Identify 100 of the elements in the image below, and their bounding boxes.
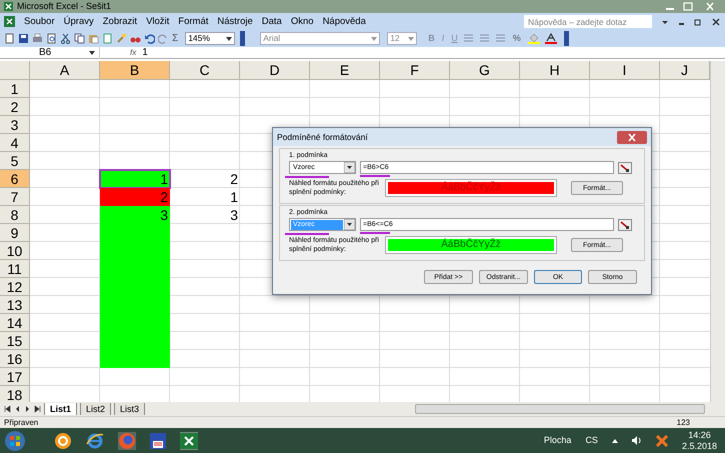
row-header[interactable]: 12 xyxy=(0,278,30,296)
function-button[interactable]: fx xyxy=(130,48,136,56)
last-sheet-icon[interactable] xyxy=(34,405,41,413)
autosum-button[interactable]: Σ xyxy=(172,34,178,44)
zoom-dropdown[interactable]: 145% xyxy=(185,32,236,45)
column-header[interactable]: D xyxy=(240,61,310,80)
close-icon[interactable] xyxy=(617,130,647,144)
browser-e-icon[interactable] xyxy=(86,432,104,450)
vertical-scrollbar[interactable] xyxy=(710,61,725,402)
restore-icon[interactable] xyxy=(694,18,702,26)
dropdown-icon xyxy=(89,50,95,56)
menu-item[interactable]: Nástroje xyxy=(217,16,253,26)
dropdown-icon xyxy=(344,162,355,173)
column-header[interactable]: E xyxy=(310,61,380,80)
desktop-toolbar-label[interactable]: Plocha xyxy=(544,436,572,445)
cut-icon[interactable] xyxy=(60,33,71,44)
first-sheet-icon[interactable] xyxy=(4,405,11,413)
save-icon[interactable] xyxy=(18,33,29,44)
start-orb-icon[interactable] xyxy=(4,430,26,452)
excel-icon xyxy=(4,16,15,27)
formula-value: 1 xyxy=(142,48,148,58)
row-header[interactable]: 16 xyxy=(0,350,30,368)
fill-color-icon[interactable] xyxy=(528,33,542,44)
table-cell[interactable]: 2 xyxy=(100,188,170,206)
range-picker-icon[interactable] xyxy=(618,162,632,174)
column-header[interactable]: B xyxy=(100,61,170,80)
clock[interactable]: 14:26 2.5.2018 xyxy=(682,430,717,452)
row-header[interactable]: 5 xyxy=(0,152,30,170)
help-search-field[interactable]: Nápověda – zadejte dotaz xyxy=(524,15,652,28)
toolbar-options-button[interactable] xyxy=(564,31,569,46)
speaker-icon[interactable] xyxy=(632,436,642,445)
font-size-dropdown[interactable]: 12 xyxy=(387,32,418,45)
status-text: Připraven xyxy=(4,418,38,426)
menu-item[interactable]: Vložit xyxy=(146,16,170,26)
toolbar-options-button[interactable] xyxy=(240,31,246,46)
column-header[interactable]: A xyxy=(30,61,100,80)
sheet-tab[interactable]: List3 xyxy=(114,403,146,415)
print-preview-icon[interactable] xyxy=(46,33,57,44)
row-header[interactable]: 13 xyxy=(0,296,30,314)
row-header[interactable]: 8 xyxy=(0,206,30,224)
row-header[interactable]: 11 xyxy=(0,260,30,278)
dropdown-icon xyxy=(408,36,414,42)
menu-item[interactable]: Zobrazit xyxy=(102,16,138,26)
row-header[interactable]: 7 xyxy=(0,188,30,206)
cross-icon[interactable] xyxy=(656,434,668,446)
new-document-icon[interactable] xyxy=(4,33,15,44)
close-icon[interactable] xyxy=(711,18,721,26)
row-header[interactable]: 9 xyxy=(0,224,30,242)
undo-icon[interactable] xyxy=(144,33,155,44)
table-cell[interactable] xyxy=(100,350,170,368)
table-cell[interactable]: 1 xyxy=(170,188,240,206)
column-header[interactable]: G xyxy=(450,61,520,80)
row-header[interactable]: 10 xyxy=(0,242,30,260)
table-cell[interactable]: 1 xyxy=(100,170,170,188)
column-header[interactable]: C xyxy=(170,61,240,80)
excel-icon[interactable] xyxy=(180,432,198,450)
row-header[interactable]: 18 xyxy=(0,386,30,402)
row-header[interactable]: 17 xyxy=(0,368,30,386)
column-header[interactable]: H xyxy=(520,61,590,80)
tray-arrow-icon[interactable] xyxy=(612,438,618,443)
row-header[interactable]: 15 xyxy=(0,332,30,350)
table-cell[interactable]: 2 xyxy=(170,170,240,188)
sheet-tab[interactable]: List2 xyxy=(80,403,112,415)
row-header[interactable]: 14 xyxy=(0,314,30,332)
num-lock-indicator: 123 xyxy=(676,418,690,426)
menu-item[interactable]: Okno xyxy=(290,16,314,26)
menu-item[interactable]: Formát xyxy=(178,16,208,26)
maximize-icon[interactable] xyxy=(681,2,695,11)
column-header[interactable]: F xyxy=(380,61,450,80)
sheet-tab[interactable]: List1 xyxy=(44,403,78,415)
horizontal-scrollbar[interactable] xyxy=(415,404,705,414)
format-preview: ÁáBbČčYyŽž xyxy=(388,239,554,251)
print-icon[interactable] xyxy=(32,33,43,44)
format-painter-icon[interactable] xyxy=(116,33,127,44)
next-sheet-icon[interactable] xyxy=(24,405,31,413)
menu-item[interactable]: Nápověda xyxy=(322,16,366,26)
column-header[interactable]: J xyxy=(660,61,710,80)
excel-icon xyxy=(4,2,13,11)
dropdown-icon xyxy=(344,219,355,230)
percent-button[interactable]: % xyxy=(512,34,521,43)
font-color-icon[interactable] xyxy=(544,33,559,44)
menu-item[interactable]: Úpravy xyxy=(64,16,94,26)
gear-icon[interactable] xyxy=(54,432,72,450)
table-cell[interactable]: 3 xyxy=(170,206,240,224)
row-header[interactable]: 6 xyxy=(0,170,30,188)
language-indicator[interactable]: CS xyxy=(585,436,598,445)
row-header[interactable]: 1 xyxy=(0,80,30,98)
range-picker-icon[interactable] xyxy=(618,218,632,230)
menu-item[interactable]: Data xyxy=(262,16,282,26)
table-cell[interactable]: 3 xyxy=(100,206,170,224)
dialog-title: Podmíněné formátování xyxy=(277,132,368,142)
paste-icon[interactable] xyxy=(88,33,99,44)
menu-item[interactable]: Soubor xyxy=(24,16,55,26)
row-header[interactable]: 3 xyxy=(0,116,30,134)
row-header[interactable]: 4 xyxy=(0,134,30,152)
previous-sheet-icon[interactable] xyxy=(14,405,21,413)
column-header[interactable]: I xyxy=(590,61,660,80)
font-dropdown[interactable]: Arial xyxy=(260,32,380,45)
copy-icon[interactable] xyxy=(74,33,85,44)
row-header[interactable]: 2 xyxy=(0,98,30,116)
